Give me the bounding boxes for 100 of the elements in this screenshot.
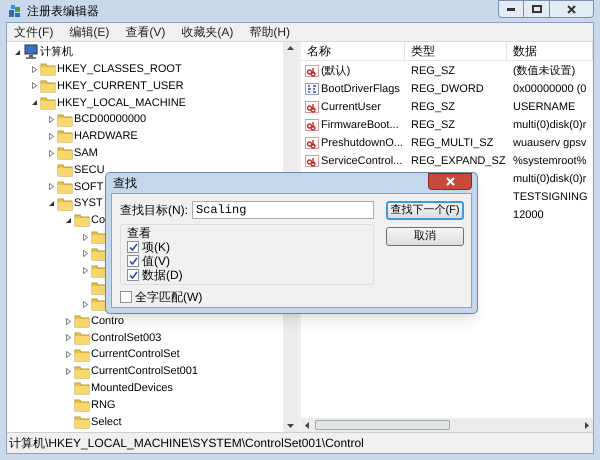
tree-item[interactable]: Contro (91, 312, 124, 330)
checkbox[interactable] (120, 291, 132, 303)
value-name[interactable]: PreshutdownO... (321, 134, 403, 152)
tree-item[interactable]: SOFT (74, 178, 104, 196)
column-header[interactable]: 类型 (411, 42, 435, 60)
menu-item[interactable]: 收藏夹(A) (178, 23, 236, 41)
window-title: 注册表编辑器 (27, 3, 99, 20)
folder-icon (74, 364, 90, 380)
column-header[interactable]: 数据 (513, 42, 537, 60)
tree-item[interactable]: MountedDevices (91, 380, 173, 397)
tree-item[interactable]: BCD00000000 (74, 111, 146, 128)
folder-icon (57, 162, 73, 178)
find-next-button[interactable]: 查找下一个(F) (386, 201, 464, 220)
collapsed-arrow-icon[interactable] (65, 368, 72, 376)
collapsed-arrow-icon[interactable] (82, 300, 89, 308)
collapsed-arrow-icon[interactable] (48, 150, 55, 157)
scroll-left-icon (305, 422, 309, 428)
folder-icon (57, 112, 73, 128)
minimize-icon (507, 8, 515, 10)
dialog-close-button[interactable] (428, 173, 472, 190)
expanded-arrow-icon[interactable] (31, 99, 38, 106)
menu-item[interactable]: 帮助(H) (246, 23, 293, 41)
expanded-arrow-icon[interactable] (65, 216, 72, 224)
tree-item[interactable]: HKEY_CLASSES_ROOT (57, 60, 182, 78)
value-type: REG_SZ (411, 64, 456, 77)
folder-icon (91, 296, 107, 312)
close-icon (567, 4, 576, 14)
status-bar-path: 计算机\HKEY_LOCAL_MACHINE\SYSTEM\ControlSet001\Control (9, 435, 364, 452)
collapsed-arrow-icon[interactable] (48, 183, 55, 190)
collapsed-arrow-icon[interactable] (65, 351, 72, 358)
value-type: REG_MULTI_SZ (411, 136, 494, 149)
scroll-down-icon (287, 424, 294, 428)
collapsed-arrow-icon[interactable] (31, 82, 38, 90)
value-name[interactable]: ServiceControl... (321, 152, 402, 170)
menu-item[interactable]: 文件(F) (11, 23, 56, 41)
checkbox[interactable] (127, 241, 139, 253)
folder-icon (40, 94, 56, 111)
close-button[interactable] (550, 0, 594, 18)
value-name[interactable]: FirmwareBoot... (321, 116, 399, 134)
folder-icon (74, 346, 90, 363)
tree-item[interactable]: Co (91, 212, 106, 229)
tree-item[interactable]: HKEY_CURRENT_USER (57, 78, 184, 94)
scrollbar-thumb[interactable] (315, 420, 450, 430)
folder-icon (91, 262, 107, 279)
tree-item[interactable]: SAM (74, 144, 98, 162)
string-value-icon (305, 154, 319, 168)
value-data: 0x00000000 (0 (513, 82, 586, 95)
tree-item[interactable]: HARDWARE (74, 128, 138, 145)
menu-item[interactable]: 编辑(E) (66, 23, 112, 41)
tree-item[interactable]: Select (91, 414, 122, 430)
folder-icon (40, 78, 56, 94)
folder-icon (74, 330, 90, 346)
value-data: TESTSIGNING (513, 190, 588, 203)
maximize-button[interactable] (524, 0, 550, 18)
horizontal-scrollbar[interactable] (301, 418, 593, 432)
close-icon (446, 177, 454, 186)
collapsed-arrow-icon[interactable] (48, 132, 55, 140)
collapsed-arrow-icon[interactable] (65, 318, 72, 325)
checkbox[interactable] (127, 255, 139, 267)
value-data: %systemroot% (513, 154, 586, 167)
expanded-arrow-icon[interactable] (14, 48, 21, 56)
tree-item[interactable]: SECU (74, 162, 105, 178)
string-value-icon (305, 136, 319, 150)
tree-item[interactable]: ControlSet003 (91, 330, 162, 346)
tree-item[interactable]: RNG (91, 396, 116, 414)
string-value-icon (305, 100, 319, 114)
column-header[interactable]: 名称 (307, 42, 331, 60)
expanded-arrow-icon[interactable] (48, 200, 55, 208)
value-name[interactable]: (默认) (321, 62, 350, 80)
find-label: 查找目标(N): (120, 202, 188, 219)
tree-item[interactable]: CurrentControlSet (91, 346, 180, 363)
collapsed-arrow-icon[interactable] (65, 334, 72, 342)
checkbox[interactable] (127, 269, 139, 281)
computer-icon (23, 44, 39, 60)
collapsed-arrow-icon[interactable] (48, 116, 55, 124)
collapsed-arrow-icon[interactable] (82, 267, 89, 274)
value-data: wuauserv gpsv (513, 136, 586, 149)
checkbox-label[interactable]: 全字匹配(W) (135, 288, 202, 306)
folder-icon (74, 397, 90, 414)
scroll-up-icon (287, 46, 294, 50)
menu-item[interactable]: 查看(V) (122, 23, 168, 41)
value-name[interactable]: CurrentUser (321, 98, 381, 116)
tree-item[interactable]: HKEY_LOCAL_MACHINE (57, 94, 186, 112)
minimize-button[interactable] (498, 0, 524, 18)
tree-item[interactable]: SYST (74, 195, 103, 212)
collapsed-arrow-icon[interactable] (82, 250, 89, 258)
value-type: REG_SZ (411, 100, 456, 113)
folder-icon (74, 212, 90, 228)
folder-icon (74, 313, 90, 330)
tree-item[interactable]: CurrentControlSet001 (91, 363, 198, 380)
collapsed-arrow-icon[interactable] (82, 234, 89, 241)
maximize-icon (532, 5, 542, 13)
cancel-button[interactable]: 取消 (386, 227, 464, 246)
tree-item[interactable]: 计算机 (40, 44, 73, 61)
folder-icon (57, 145, 73, 162)
collapsed-arrow-icon[interactable] (31, 66, 38, 73)
value-name[interactable]: BootDriverFlags (321, 80, 400, 98)
folder-icon (91, 246, 107, 262)
value-data: USERNAME (513, 100, 576, 113)
find-input[interactable]: Scaling (192, 201, 374, 219)
